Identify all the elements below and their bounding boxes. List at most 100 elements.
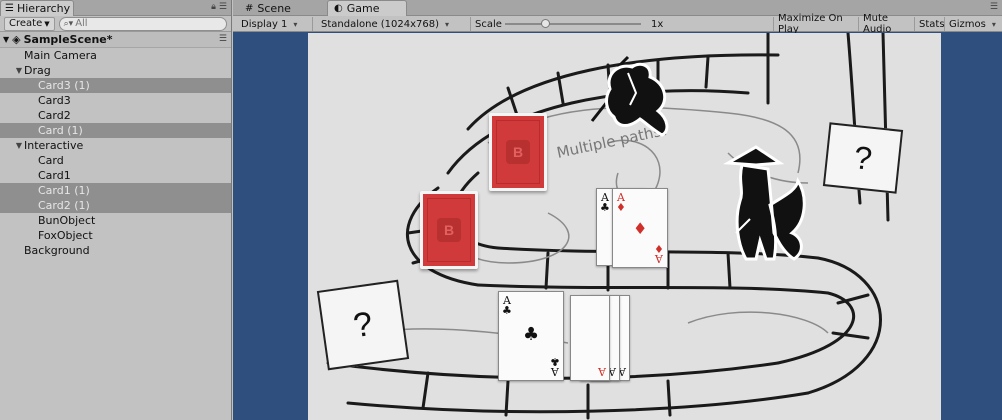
stats-label: Stats xyxy=(919,18,945,30)
game-viewport[interactable]: Multiple paths? ? ? B B A ♣ A ♦ ♦ A ♦ A … xyxy=(308,33,941,420)
create-button[interactable]: Create ▼ xyxy=(4,16,55,31)
tab-hierarchy[interactable]: ☰ Hierarchy xyxy=(0,0,74,16)
tab-game-label: Game xyxy=(346,2,380,15)
tab-scene[interactable]: # Scene xyxy=(239,0,325,16)
card-suit: ♣ xyxy=(502,304,512,317)
hierarchy-item-label: Card1 (1) xyxy=(38,184,90,197)
fox-object[interactable] xyxy=(716,141,816,271)
card-back-logo: B xyxy=(506,140,530,164)
card-corner-index-bottom: A ♣ xyxy=(550,355,560,378)
scene-header[interactable]: ▼ ◈ SampleScene* ☰ xyxy=(0,32,231,48)
hierarchy-item-label: Card3 xyxy=(38,94,71,107)
card-corner-index: A ♣ xyxy=(502,295,512,317)
display-value: Display 1 xyxy=(241,18,288,30)
card-corner-index-bottom: A ♦ xyxy=(654,242,664,265)
hierarchy-item-label: Card1 xyxy=(38,169,71,182)
menu-icon[interactable]: ☰ xyxy=(219,2,227,12)
hierarchy-item[interactable]: Card3 xyxy=(0,93,231,108)
view-area: # Scene ◐ Game ☰ Display 1 Standalone (1… xyxy=(233,0,1002,420)
hierarchy-item[interactable]: FoxObject xyxy=(0,228,231,243)
question-mark-right: ? xyxy=(852,139,874,177)
scale-value-text: 1x xyxy=(651,18,664,30)
chevron-down-icon[interactable]: ▼ xyxy=(3,35,9,44)
display-dropdown[interactable]: Display 1 xyxy=(237,17,313,31)
card-spread-1[interactable]: A xyxy=(570,295,610,381)
card-rank: A xyxy=(598,365,606,378)
hierarchy-item[interactable]: Card2 xyxy=(0,108,231,123)
game-icon: ◐ xyxy=(334,3,343,14)
scale-label: Scale xyxy=(475,18,502,30)
card-ace-clubs-top[interactable]: A ♣ ♣ A ♣ xyxy=(498,291,564,381)
hierarchy-item[interactable]: Background xyxy=(0,243,231,258)
card-center-suit: ♣ xyxy=(523,324,540,345)
hierarchy-item[interactable]: ▼ Drag xyxy=(0,63,231,78)
mystery-card-stack-right[interactable]: ? xyxy=(822,122,904,194)
card-corner-index: A ♦ xyxy=(616,192,626,213)
panel-menu[interactable]: 🔒︎ ☰ xyxy=(211,2,227,12)
maximize-on-play-toggle[interactable]: Maximize On Play xyxy=(773,13,859,35)
scale-slider-track[interactable] xyxy=(505,23,641,25)
hierarchy-item-label: BunObject xyxy=(38,214,96,227)
bun-object[interactable] xyxy=(570,53,680,148)
tab-hierarchy-label: Hierarchy xyxy=(16,2,71,15)
hierarchy-panel: ☰ Hierarchy 🔒︎ ☰ Create ▼ ⌕▾ All ▼ ◈ Sam… xyxy=(0,0,232,420)
card-center-suit: ♦ xyxy=(633,219,648,238)
gizmos-label: Gizmos xyxy=(949,18,986,30)
resolution-value: Standalone (1024x768) xyxy=(321,18,440,30)
stats-toggle[interactable]: Stats xyxy=(915,17,945,31)
tab-game[interactable]: ◐ Game xyxy=(327,0,407,16)
card-back-top[interactable]: B xyxy=(489,113,547,191)
hierarchy-item[interactable]: Card2 (1) xyxy=(0,198,231,213)
card-suit: ♣ xyxy=(600,201,610,214)
search-icon: ⌕▾ xyxy=(63,18,74,29)
hierarchy-item[interactable]: Card (1) xyxy=(0,123,231,138)
hierarchy-item-label: Card3 (1) xyxy=(38,79,90,92)
hierarchy-tree: Main Camera ▼ Drag Card3 (1) Card3 Card2 Card … xyxy=(0,48,231,258)
card-back-left[interactable]: B xyxy=(420,191,478,269)
mute-audio-toggle[interactable]: Mute Audio xyxy=(859,13,915,35)
gizmos-dropdown[interactable]: Gizmos xyxy=(945,17,1001,31)
chevron-down-icon: ▼ xyxy=(44,19,50,28)
mystery-card-stack-left[interactable]: ? xyxy=(316,279,410,371)
card-suit: ♦ xyxy=(654,242,664,255)
hierarchy-item-label: Drag xyxy=(24,64,51,77)
search-placeholder: All xyxy=(75,18,88,29)
view-menu-icon[interactable]: ☰ xyxy=(990,2,998,12)
list-icon: ☰ xyxy=(5,3,14,14)
hierarchy-item[interactable]: Card1 (1) xyxy=(0,183,231,198)
expand-arrow-icon[interactable]: ▼ xyxy=(14,141,24,150)
mute-label: Mute Audio xyxy=(863,13,892,35)
hierarchy-item[interactable]: Card1 xyxy=(0,168,231,183)
question-mark-left: ? xyxy=(350,304,376,346)
unity-logo-icon: ◈ xyxy=(12,33,21,46)
lock-icon[interactable]: 🔒︎ xyxy=(211,2,216,12)
hierarchy-item-label: Main Camera xyxy=(24,49,97,62)
scene-name: SampleScene* xyxy=(23,33,113,46)
hierarchy-tabbar: ☰ Hierarchy 🔒︎ ☰ xyxy=(0,0,231,16)
scene-menu-icon[interactable]: ☰ xyxy=(219,34,227,44)
unity-editor: ☰ Hierarchy 🔒︎ ☰ Create ▼ ⌕▾ All ▼ ◈ Sam… xyxy=(0,0,1002,420)
hierarchy-toolbar: Create ▼ ⌕▾ All xyxy=(0,16,231,32)
hierarchy-item-label: FoxObject xyxy=(38,229,93,242)
hierarchy-item[interactable]: Main Camera xyxy=(0,48,231,63)
hierarchy-item-label: Card xyxy=(38,154,64,167)
search-input[interactable]: ⌕▾ All xyxy=(58,16,227,31)
hierarchy-item[interactable]: Card3 (1) xyxy=(0,78,231,93)
card-ace-diamonds[interactable]: A ♦ ♦ A ♦ xyxy=(612,188,668,268)
hierarchy-item[interactable]: ▼ Interactive xyxy=(0,138,231,153)
game-toolbar: Display 1 Standalone (1024x768) Scale 1x… xyxy=(233,13,1002,35)
create-label: Create xyxy=(9,18,43,29)
tab-scene-label: Scene xyxy=(257,1,291,15)
resolution-dropdown[interactable]: Standalone (1024x768) xyxy=(317,17,471,31)
hierarchy-item[interactable]: Card xyxy=(0,153,231,168)
hierarchy-item[interactable]: BunObject xyxy=(0,213,231,228)
card-back-logo: B xyxy=(437,218,461,242)
hierarchy-item-label: Card2 (1) xyxy=(38,199,90,212)
hierarchy-item-label: Interactive xyxy=(24,139,84,152)
card-suit: ♣ xyxy=(550,355,560,368)
expand-arrow-icon[interactable]: ▼ xyxy=(14,66,24,75)
grid-icon: # xyxy=(245,2,254,14)
hierarchy-item-label: Background xyxy=(24,244,90,257)
card-corner-index: A ♣ xyxy=(600,192,610,214)
hierarchy-item-label: Card2 xyxy=(38,109,71,122)
